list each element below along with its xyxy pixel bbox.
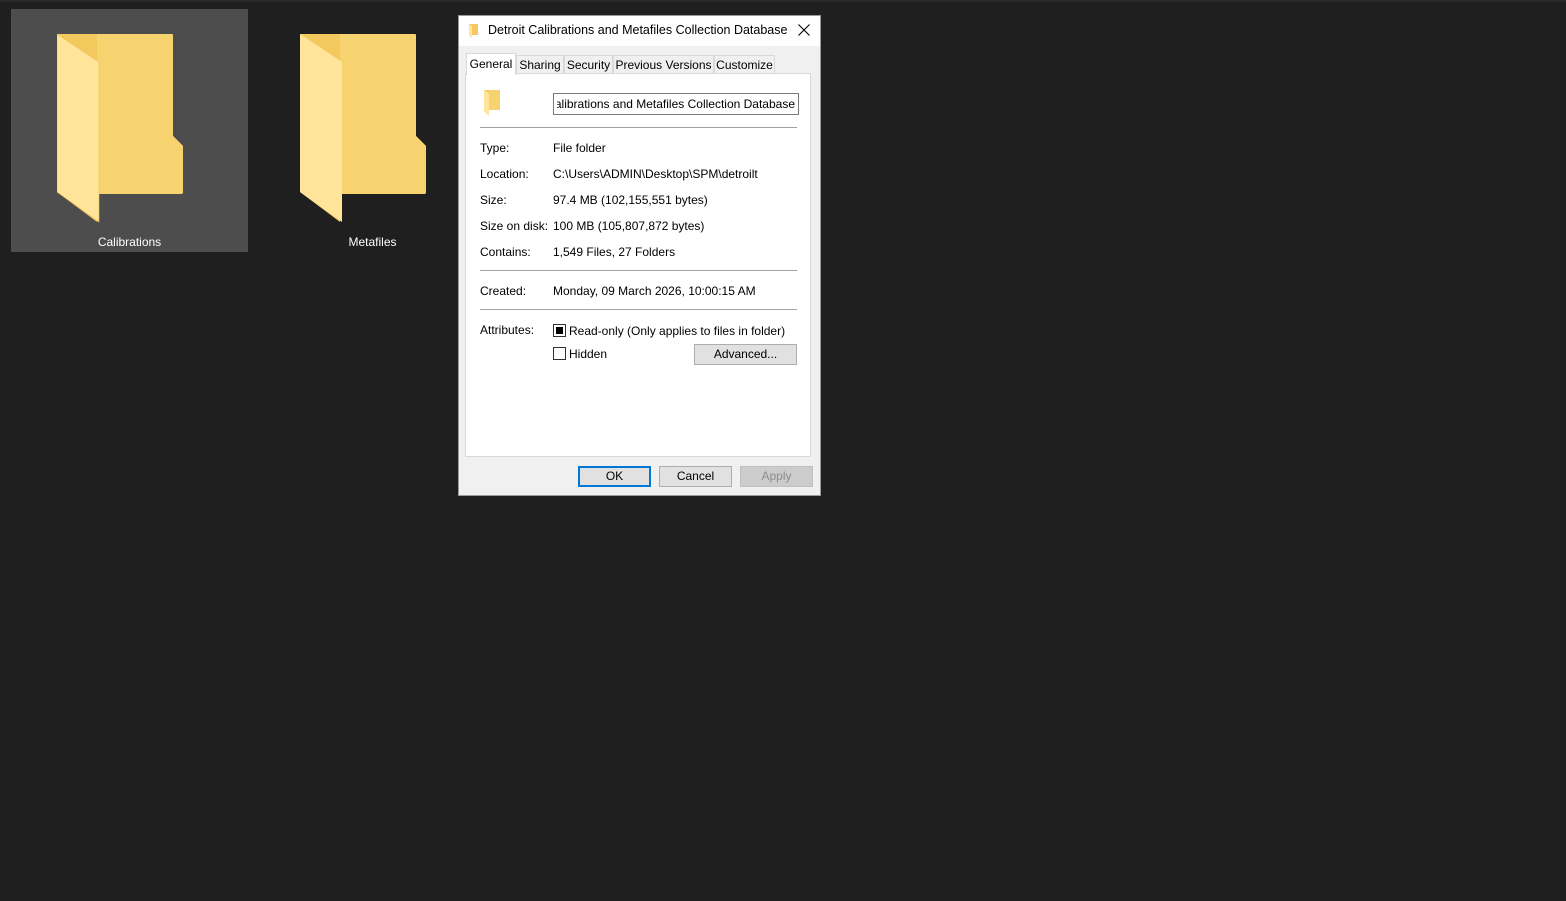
location-value: C:\Users\ADMIN\Desktop\SPM\detroilt	[553, 167, 758, 181]
type-label: Type:	[480, 141, 510, 155]
readonly-label[interactable]: Read-only (Only applies to files in fold…	[569, 324, 785, 338]
apply-button[interactable]: Apply	[740, 466, 813, 487]
hidden-checkbox[interactable]	[553, 347, 566, 360]
separator	[480, 127, 797, 128]
advanced-button[interactable]: Advanced...	[694, 344, 797, 365]
folder-icon	[300, 34, 426, 222]
folder-label: Metafiles	[348, 235, 397, 249]
tab-previous-versions[interactable]: Previous Versions	[613, 55, 714, 74]
contains-value: 1,549 Files, 27 Folders	[553, 245, 676, 259]
folder-tile-metafiles[interactable]: Metafiles	[254, 9, 491, 252]
created-label: Created:	[480, 284, 527, 298]
size-label: Size:	[480, 193, 507, 207]
contains-label: Contains:	[480, 245, 531, 259]
tab-general[interactable]: General	[466, 53, 516, 75]
created-value: Monday, 09 March 2026, 10:00:15 AM	[553, 284, 756, 298]
general-panel: Type: File folder Location: C:\Users\ADM…	[465, 73, 811, 457]
properties-dialog: Detroit Calibrations and Metafiles Colle…	[459, 16, 820, 495]
folder-tile-calibrations[interactable]: Calibrations	[11, 9, 248, 252]
dialog-title: Detroit Calibrations and Metafiles Colle…	[488, 23, 788, 37]
separator	[480, 309, 797, 310]
location-label: Location:	[480, 167, 529, 181]
ok-button[interactable]: OK	[578, 466, 651, 487]
tab-security[interactable]: Security	[564, 55, 613, 74]
close-button[interactable]	[788, 16, 820, 46]
attributes-label: Attributes:	[480, 323, 535, 337]
title-bar[interactable]: Detroit Calibrations and Metafiles Colle…	[459, 16, 820, 46]
cancel-button[interactable]: Cancel	[659, 466, 732, 487]
folder-icon	[484, 90, 500, 116]
separator	[480, 270, 797, 271]
tab-customize[interactable]: Customize	[714, 55, 775, 74]
size-on-disk-label: Size on disk:	[480, 219, 549, 233]
top-edge	[0, 0, 1566, 2]
folder-icon	[469, 24, 478, 38]
folder-label: Calibrations	[97, 235, 162, 249]
size-value: 97.4 MB (102,155,551 bytes)	[553, 193, 708, 207]
size-on-disk-value: 100 MB (105,807,872 bytes)	[553, 219, 705, 233]
folder-icon	[57, 34, 183, 223]
hidden-label[interactable]: Hidden	[569, 347, 607, 361]
type-value: File folder	[553, 141, 606, 155]
folder-name-input[interactable]	[553, 93, 799, 115]
readonly-checkbox[interactable]	[553, 324, 566, 337]
close-icon	[798, 24, 810, 36]
tab-sharing[interactable]: Sharing	[516, 55, 564, 74]
